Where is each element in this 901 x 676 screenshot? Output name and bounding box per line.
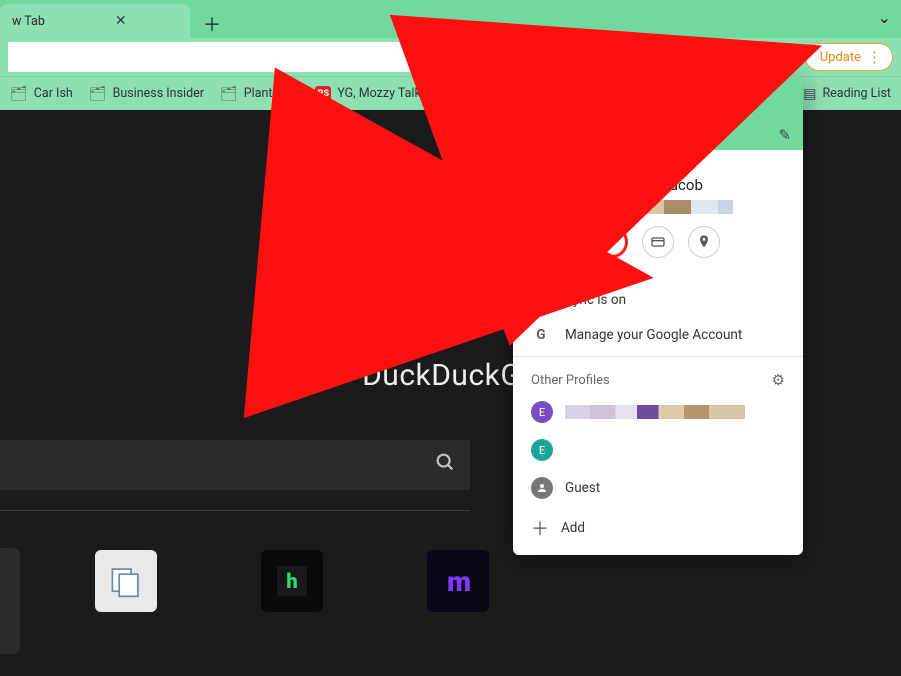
manage-profiles-gear-icon[interactable]: ⚙: [772, 371, 785, 389]
guest-profile-row[interactable]: Guest: [513, 469, 803, 507]
bookmark-label: Car Ish: [34, 86, 73, 101]
sync-badge-icon: [674, 146, 692, 164]
tabs-overflow-chevron-icon[interactable]: ⌄: [878, 8, 891, 27]
search-icon[interactable]: [434, 451, 456, 479]
profile-avatar-button[interactable]: [775, 44, 801, 70]
update-button-label: Update: [820, 50, 861, 65]
extensions-puzzle-icon[interactable]: [749, 46, 771, 68]
bookmark-folder-plant-tips[interactable]: 🗂 Plant Tips: [220, 86, 299, 102]
profile-initial-icon: E: [531, 401, 553, 423]
shortcut-favicon-icon: [95, 550, 157, 612]
reading-list-label: Reading List: [822, 86, 891, 101]
shortcut-tile[interactable]: [66, 550, 186, 654]
search-input[interactable]: [0, 440, 470, 490]
stale-favicon-icon: [462, 86, 478, 102]
close-tab-icon[interactable]: ✕: [115, 13, 127, 29]
add-profile-row[interactable]: ＋ Add: [513, 507, 803, 549]
sync-status-label: Sync is on: [565, 292, 626, 308]
bookmark-stale[interactable]: Stale: [462, 86, 512, 102]
bookmark-folder-car-ish[interactable]: 🗂 Car Ish: [10, 86, 73, 102]
add-profile-label: Add: [561, 520, 585, 536]
bookmark-label: YG, Mozzy Talk Fa…: [337, 86, 445, 101]
folder-icon: 🗂: [10, 86, 28, 102]
extension-pincushion-icon[interactable]: [723, 46, 745, 68]
shortcut-tile-hulu[interactable]: h: [232, 550, 352, 654]
new-tab-button[interactable]: ＋: [198, 10, 226, 38]
reading-list-button[interactable]: ▤ Reading List: [803, 86, 891, 102]
tab-title: w Tab: [12, 14, 45, 29]
folder-icon: 🗂: [220, 86, 238, 102]
other-profile-2[interactable]: E: [513, 431, 803, 469]
shortcut-tile-max[interactable]: m: [398, 550, 518, 654]
guest-icon: [531, 477, 553, 499]
profile-email-redacted: [583, 200, 733, 214]
bookmark-label: Business Insider: [113, 86, 204, 101]
manage-account-label: Manage your Google Account: [565, 327, 742, 343]
edit-profile-icon[interactable]: ✎: [778, 126, 791, 144]
bookmark-label: Plant Tips: [244, 86, 300, 101]
sync-status-row[interactable]: ⟳ Sync is on: [513, 282, 803, 318]
duckduckgo-duck-icon: [391, 220, 511, 340]
divider: [0, 510, 470, 511]
update-button[interactable]: Update ⋮: [805, 43, 893, 71]
rs-favicon-icon: RS: [315, 86, 331, 102]
omnibox[interactable]: ☆: [8, 42, 637, 72]
addresses-pin-button[interactable]: [688, 226, 720, 258]
payment-card-button[interactable]: [642, 226, 674, 258]
shortcut-tile-partial[interactable]: [0, 548, 20, 654]
active-tab[interactable]: w Tab ✕: [0, 4, 190, 38]
profile-name: Ennica Jacob: [513, 176, 803, 194]
bookmark-folder-business-insider[interactable]: 🗂 Business Insider: [89, 86, 204, 102]
shortcut-favicon-icon: h: [261, 550, 323, 612]
bookmark-label: Stale: [484, 86, 512, 101]
extension-q-icon[interactable]: Q: [697, 46, 719, 68]
plus-icon: ＋: [531, 515, 549, 541]
divider: [513, 356, 803, 357]
bookmark-star-icon[interactable]: ☆: [614, 48, 628, 67]
other-profile-1[interactable]: E: [513, 393, 803, 431]
passwords-key-button[interactable]: [596, 226, 628, 258]
profile-initial-icon: E: [531, 439, 553, 461]
extension-a-icon[interactable]: A: [645, 46, 667, 68]
shortcut-favicon-icon: m: [427, 550, 489, 612]
tab-strip: w Tab ✕ ＋ ⌄: [0, 0, 901, 38]
folder-icon: 🗂: [89, 86, 107, 102]
other-profiles-header: Other Profiles: [531, 373, 610, 388]
sync-on-icon: ⟳: [532, 291, 550, 309]
google-g-icon: G: [531, 327, 551, 343]
extension-grammarly-icon[interactable]: G: [671, 46, 693, 68]
shortcut-row: h m: [0, 550, 518, 654]
reading-list-icon: ▤: [803, 86, 816, 102]
manage-google-account-row[interactable]: G Manage your Google Account: [513, 318, 803, 352]
profile-dropdown: ✎ Ennica Jacob ⟳ Sync is on G Manage you…: [513, 76, 803, 555]
bookmark-yg-mozzy[interactable]: RS YG, Mozzy Talk Fa…: [315, 86, 445, 102]
browser-toolbar: ☆ A G Q Update ⋮: [0, 38, 901, 76]
guest-label: Guest: [565, 480, 600, 496]
profile-name-redacted: [565, 405, 745, 419]
